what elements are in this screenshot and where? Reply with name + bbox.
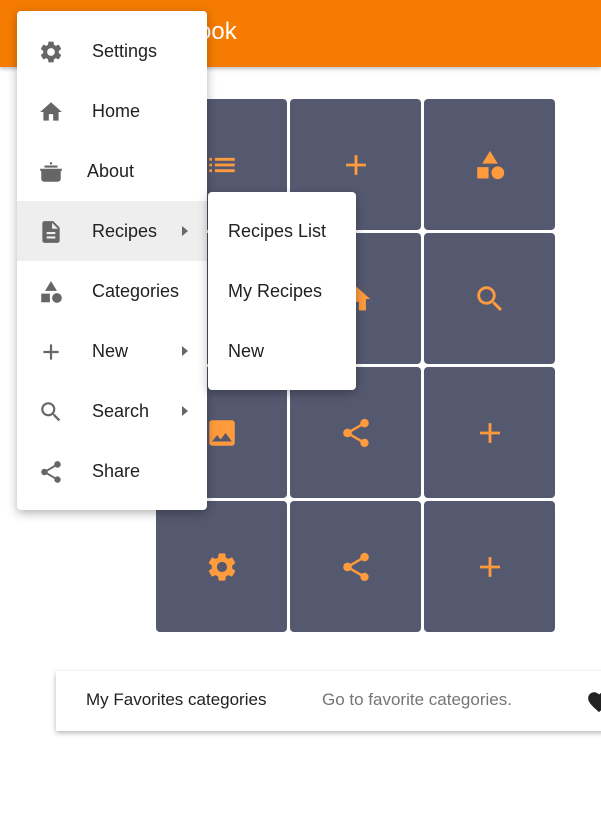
submenu-item-my-recipes[interactable]: My Recipes [208,262,356,322]
menu-item-new[interactable]: New [17,321,207,381]
document-icon [42,221,60,243]
menu-item-label: About [87,161,135,181]
shapes-icon [41,281,62,303]
menu-item-label: Home [92,101,141,121]
plus-icon [345,154,366,175]
tile-add[interactable] [424,501,555,632]
menu-item-label: Recipes [92,221,158,241]
submenu-item-label: My Recipes [228,281,323,301]
share-icon [41,461,61,483]
tile-search[interactable] [424,233,555,364]
submenu-item-recipes-list[interactable]: Recipes List [208,202,356,262]
menu-item-label: New [92,341,129,361]
menu-item-label: Share [92,461,141,481]
menu-item-label: Settings [92,41,158,61]
menu-item-settings[interactable]: Settings [17,21,207,81]
menu-item-recipes[interactable]: Recipes [17,201,207,261]
heart-icon[interactable] [586,689,601,715]
favorites-subtitle: Go to favorite categories. [322,690,512,709]
submenu-item-label: New [228,341,265,361]
menu-item-home[interactable]: Home [17,81,207,141]
chevron-right-icon [182,226,188,236]
home-icon [40,102,62,121]
menu-item-search[interactable]: Search [17,381,207,441]
submenu-item-new[interactable]: New [208,322,356,382]
share-icon [342,552,369,581]
gear-icon [208,552,235,581]
tile-share[interactable] [290,501,421,632]
tile-categories[interactable] [424,99,555,230]
plus-icon [479,422,500,443]
favorites-title: My Favorites categories [86,690,267,709]
submenu-item-label: Recipes List [228,221,327,241]
menu-item-share[interactable]: Share [17,441,207,501]
shapes-icon [476,150,504,179]
menu-item-categories[interactable]: Categories [17,261,207,321]
recipes-submenu: Recipes List My Recipes New [208,192,356,390]
menu-item-label: Categories [92,281,180,301]
image-icon [208,419,235,446]
main-menu: Settings Home About Recipes Categories N… [17,11,207,510]
favorites-card[interactable]: My Favorites categories Go to favorite c… [56,671,601,731]
tile-settings[interactable] [156,501,287,632]
plus-icon [479,556,500,577]
menu-item-label: Search [92,401,150,421]
gear-icon [40,41,62,63]
tile-add[interactable] [424,367,555,498]
list-icon [208,157,235,172]
pot-icon [40,162,62,182]
plus-icon [43,344,59,360]
chevron-right-icon [182,346,188,356]
search-icon [41,402,61,422]
chevron-right-icon [182,406,188,416]
menu-item-about[interactable]: About [17,141,207,201]
share-icon [342,418,369,447]
search-icon [476,285,502,311]
